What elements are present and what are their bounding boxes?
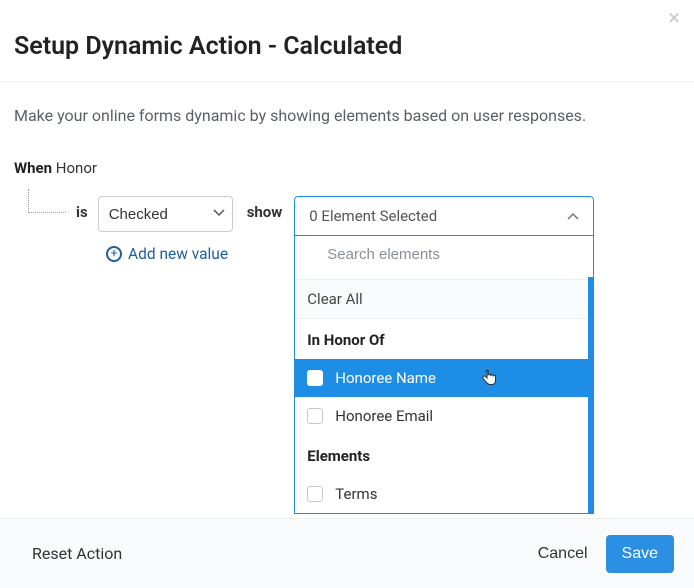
- element-option-terms[interactable]: Terms: [295, 475, 593, 513]
- element-option-honoree-email[interactable]: Honoree Email: [295, 397, 593, 435]
- checkbox-icon: [307, 486, 323, 502]
- elements-dropdown-panel: Clear All In Honor Of Honoree Name Honor…: [294, 236, 594, 514]
- description-text: Make your online forms dynamic by showin…: [14, 106, 680, 125]
- when-field-value: Honor: [56, 159, 97, 177]
- modal-body: Make your online forms dynamic by showin…: [0, 82, 694, 514]
- condition-select-wrap: Checked: [98, 196, 233, 232]
- elements-dropdown-summary: 0 Element Selected: [309, 207, 437, 225]
- checkbox-icon: [307, 370, 323, 386]
- elements-search-wrap: [295, 236, 593, 280]
- when-row: When Honor: [14, 159, 680, 177]
- elements-dropdown: 0 Element Selected Clear All In Honor Of…: [294, 196, 594, 514]
- chevron-up-icon: [567, 212, 579, 220]
- plus-circle-icon: [106, 246, 122, 262]
- element-option-honoree-name[interactable]: Honoree Name: [295, 359, 593, 397]
- show-label: show: [247, 203, 283, 221]
- when-label: When: [14, 159, 52, 177]
- group-heading-elements: Elements: [295, 435, 593, 475]
- modal-footer: Reset Action Cancel Save: [0, 518, 694, 588]
- save-button[interactable]: Save: [606, 535, 674, 573]
- modal-header: × Setup Dynamic Action - Calculated: [0, 0, 694, 82]
- checkbox-icon: [307, 408, 323, 424]
- elements-dropdown-toggle[interactable]: 0 Element Selected: [294, 196, 594, 236]
- footer-right: Cancel Save: [538, 535, 674, 573]
- reset-action-button[interactable]: Reset Action: [32, 544, 122, 563]
- condition-select[interactable]: Checked: [98, 196, 233, 232]
- elements-search-input[interactable]: [327, 240, 583, 269]
- condition-row: is Checked show 0 Element Selected: [14, 189, 680, 514]
- tree-connector: [14, 189, 66, 219]
- is-label: is: [76, 203, 88, 221]
- close-icon[interactable]: ×: [668, 8, 680, 30]
- modal-title: Setup Dynamic Action - Calculated: [14, 32, 680, 61]
- group-heading-in-honor-of: In Honor Of: [295, 319, 593, 359]
- element-option-label: Honoree Name: [335, 369, 436, 387]
- cancel-button[interactable]: Cancel: [538, 545, 588, 563]
- element-option-label: Terms: [335, 485, 377, 503]
- clear-all-button[interactable]: Clear All: [295, 280, 593, 319]
- element-option-label: Honoree Email: [335, 407, 433, 425]
- add-new-value-label: Add new value: [128, 245, 228, 263]
- cursor-hand-icon: [481, 369, 497, 387]
- add-new-value-button[interactable]: Add new value: [106, 245, 228, 263]
